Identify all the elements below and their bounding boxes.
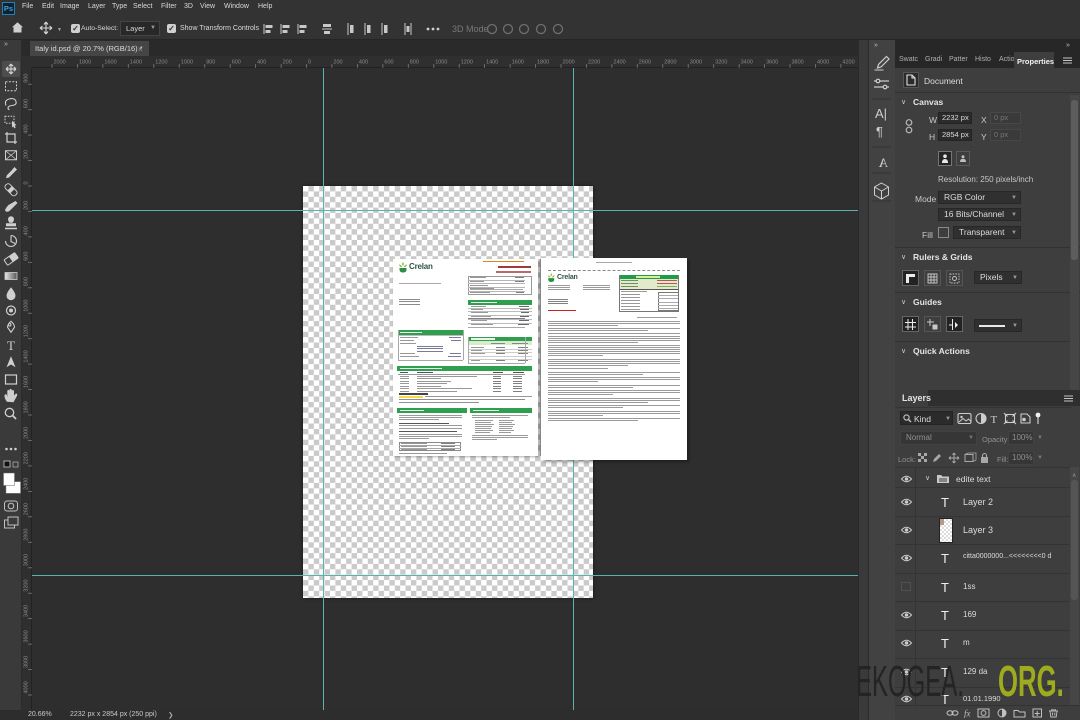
svg-text:400: 400 — [257, 60, 266, 66]
svg-text:2600: 2600 — [639, 60, 651, 66]
svg-text:400: 400 — [24, 124, 30, 133]
svg-text:4000: 4000 — [24, 681, 30, 693]
svg-text:2000: 2000 — [54, 60, 66, 66]
svg-text:0: 0 — [24, 181, 30, 184]
svg-text:1400: 1400 — [130, 60, 142, 66]
svg-text:600: 600 — [384, 60, 393, 66]
svg-text:3D Mode: 3D Mode — [452, 24, 489, 34]
svg-text:4200: 4200 — [842, 60, 854, 66]
svg-text:1800: 1800 — [537, 60, 549, 66]
svg-text:2000: 2000 — [563, 60, 575, 66]
svg-text:1800: 1800 — [24, 401, 30, 413]
svg-text:2600: 2600 — [24, 503, 30, 515]
svg-text:A|: A| — [875, 106, 887, 121]
svg-text:A: A — [878, 155, 888, 170]
svg-text:2400: 2400 — [613, 60, 625, 66]
svg-text:1400: 1400 — [24, 350, 30, 362]
svg-text:800: 800 — [410, 60, 419, 66]
svg-text:1200: 1200 — [24, 325, 30, 337]
svg-text:200: 200 — [283, 60, 292, 66]
svg-text:2000: 2000 — [24, 427, 30, 439]
svg-text:¶: ¶ — [876, 124, 883, 139]
svg-text:600: 600 — [232, 60, 241, 66]
svg-text:600: 600 — [24, 99, 30, 108]
svg-text:200: 200 — [333, 60, 342, 66]
svg-text:3400: 3400 — [741, 60, 753, 66]
svg-text:3000: 3000 — [24, 554, 30, 566]
svg-text:800: 800 — [206, 60, 215, 66]
svg-text:1200: 1200 — [155, 60, 167, 66]
svg-text:fx: fx — [964, 709, 971, 719]
svg-text:400: 400 — [24, 226, 30, 235]
svg-text:1000: 1000 — [181, 60, 193, 66]
svg-text:2400: 2400 — [24, 478, 30, 490]
svg-text:2200: 2200 — [588, 60, 600, 66]
svg-text:1000: 1000 — [435, 60, 447, 66]
svg-text:3400: 3400 — [24, 605, 30, 617]
svg-text:3200: 3200 — [24, 579, 30, 591]
svg-text:3800: 3800 — [24, 656, 30, 668]
svg-text:800: 800 — [24, 277, 30, 286]
svg-text:0: 0 — [308, 60, 311, 66]
svg-text:4000: 4000 — [817, 60, 829, 66]
svg-text:3000: 3000 — [690, 60, 702, 66]
svg-text:400: 400 — [359, 60, 368, 66]
svg-text:600: 600 — [24, 252, 30, 261]
svg-text:2200: 2200 — [24, 452, 30, 464]
svg-text:1000: 1000 — [24, 300, 30, 312]
svg-text:200: 200 — [24, 150, 30, 159]
svg-text:1600: 1600 — [512, 60, 524, 66]
svg-text:2800: 2800 — [24, 529, 30, 541]
svg-text:1600: 1600 — [24, 376, 30, 388]
svg-text:1800: 1800 — [79, 60, 91, 66]
svg-text:3800: 3800 — [792, 60, 804, 66]
svg-text:1200: 1200 — [461, 60, 473, 66]
svg-text:3600: 3600 — [766, 60, 778, 66]
svg-text:1600: 1600 — [104, 60, 116, 66]
svg-text:800: 800 — [24, 74, 30, 83]
svg-text:200: 200 — [24, 201, 30, 210]
svg-text:2800: 2800 — [664, 60, 676, 66]
svg-text:3600: 3600 — [24, 630, 30, 642]
svg-text:3200: 3200 — [715, 60, 727, 66]
svg-text:1400: 1400 — [486, 60, 498, 66]
svg-text:T: T — [991, 414, 998, 425]
svg-text:T: T — [7, 338, 15, 353]
